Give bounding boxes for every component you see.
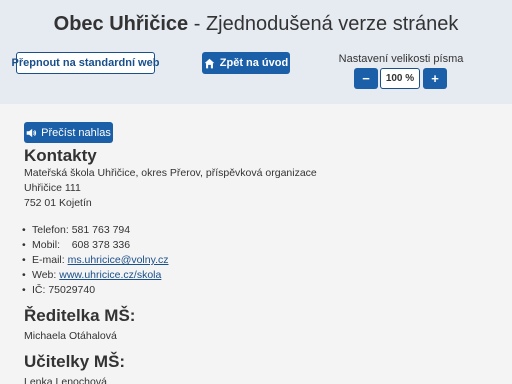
home-icon	[204, 58, 215, 68]
read-aloud-button[interactable]: Přečíst nahlas	[24, 122, 113, 143]
contact-value: 608 378 336	[71, 239, 131, 251]
director-section: Ředitelka MŠ: Michaela Otáhalová	[24, 306, 494, 344]
teachers-section: Učitelky MŠ: Lenka Lenochová	[24, 352, 494, 384]
teacher-name: Lenka Lenochová	[24, 376, 107, 384]
web-link[interactable]: www.uhricice.cz/skola	[59, 269, 161, 281]
contact-label: E-mail:	[32, 254, 68, 266]
contact-list: Telefon: 581 763 794 Mobil: 608 378 336 …	[22, 223, 494, 298]
contact-mobile: Mobil: 608 378 336	[22, 238, 494, 253]
header: Obec Uhřičice - Zjednodušená verze strán…	[0, 0, 512, 104]
address-street: Uhřičice 111	[24, 182, 81, 194]
contact-web: Web: www.uhricice.cz/skola	[22, 268, 494, 283]
speaker-icon	[26, 128, 37, 137]
read-aloud-label: Přečíst nahlas	[41, 126, 111, 139]
contact-ico: IČ: 75029740	[22, 283, 494, 298]
main-content: Kontakty Mateřská škola Uhřičice, okres …	[22, 146, 494, 384]
contact-phone: Telefon: 581 763 794	[22, 223, 494, 238]
org-name: Mateřská škola Uhřičice, okres Přerov, p…	[24, 167, 317, 179]
font-size-label: Nastavení velikosti písma	[338, 53, 464, 65]
contact-email: E-mail: ms.uhricice@volny.cz	[22, 253, 494, 268]
contact-value: 581 763 794	[71, 224, 131, 236]
home-button-label: Zpět na úvod	[219, 57, 289, 69]
standard-web-button[interactable]: Přepnout na standardní web	[12, 52, 159, 74]
email-link[interactable]: ms.uhricice@volny.cz	[68, 254, 169, 266]
font-size-value: 100 %	[380, 68, 420, 89]
contact-label: Mobil:	[32, 239, 63, 251]
page-title: Obec Uhřičice - Zjednodušená verze strán…	[0, 13, 512, 36]
font-size-decrease-button[interactable]: −	[354, 68, 378, 89]
contacts-heading: Kontakty	[24, 146, 97, 165]
home-button[interactable]: Zpět na úvod	[202, 52, 290, 74]
director-name: Michaela Otáhalová	[24, 330, 117, 342]
font-size-increase-button[interactable]: +	[423, 68, 447, 89]
site-title-bold: Obec Uhřičice	[53, 13, 189, 35]
contact-label: Web:	[32, 269, 60, 281]
site-title-rest: - Zjednodušená verze stránek	[188, 13, 459, 35]
teachers-heading: Učitelky MŠ:	[24, 352, 126, 371]
contact-value: 75029740	[48, 284, 96, 296]
address-city: 752 01 Kojetín	[24, 197, 92, 209]
contact-label: Telefon:	[32, 224, 72, 236]
contact-label: IČ:	[32, 284, 49, 296]
director-heading: Ředitelka MŠ:	[24, 306, 136, 325]
